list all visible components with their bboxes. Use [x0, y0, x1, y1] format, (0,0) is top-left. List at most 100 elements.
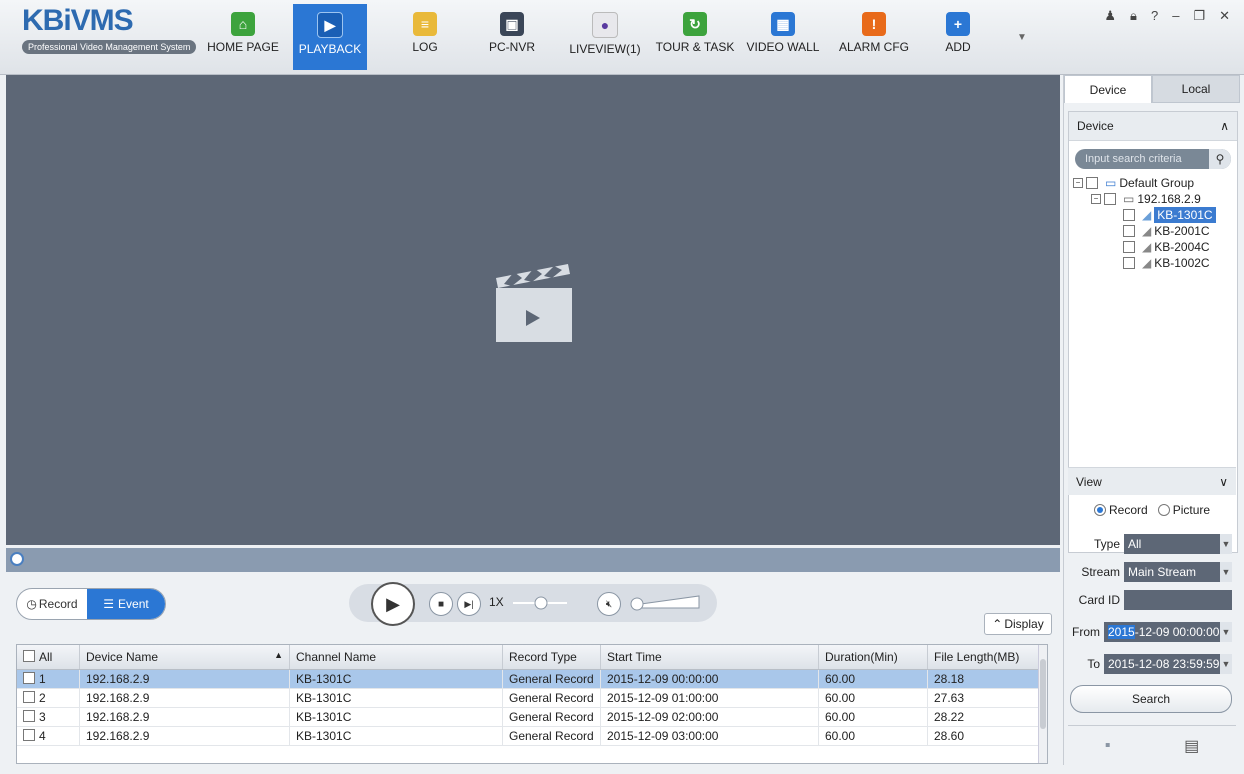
checkbox[interactable]: [23, 650, 35, 662]
nav-more-dropdown[interactable]: ▼: [1014, 6, 1030, 68]
header-device-name[interactable]: Device Name ▲: [79, 645, 290, 670]
help-icon[interactable]: ?: [1151, 8, 1158, 24]
display-label: Display: [1004, 617, 1044, 631]
mute-button[interactable]: 🔇︎: [597, 592, 621, 616]
search-placeholder: Input search criteria: [1085, 153, 1182, 165]
view-panel-header[interactable]: View ∨: [1068, 467, 1236, 495]
row-select[interactable]: 4: [17, 726, 80, 746]
right-sidebar: Device Local Device ∧ Input search crite…: [1063, 75, 1240, 765]
row-select[interactable]: 2: [17, 688, 80, 708]
table-scrollbar[interactable]: [1038, 645, 1047, 763]
minimize-icon[interactable]: –: [1172, 8, 1179, 24]
table-row[interactable]: 2 192.168.2.9 KB-1301C General Record 20…: [17, 688, 1039, 708]
search-icon[interactable]: ⚲: [1209, 149, 1231, 169]
step-forward-button[interactable]: ▶|: [457, 592, 481, 616]
camera-icon: ◢: [1142, 256, 1152, 270]
log-icon: ≡: [413, 12, 437, 36]
header-file-length[interactable]: File Length(MB): [927, 645, 1039, 670]
event-tab[interactable]: ☰ Event: [87, 589, 165, 619]
save-icon[interactable]: ▪: [1105, 737, 1111, 755]
table-row[interactable]: 1 192.168.2.9 KB-1301C General Record 20…: [17, 669, 1039, 689]
restore-icon[interactable]: ❐: [1193, 8, 1205, 24]
search-button[interactable]: Search: [1070, 685, 1232, 713]
cell-start: 2015-12-09 01:00:00: [600, 688, 819, 708]
checkbox[interactable]: [1123, 209, 1135, 221]
nav-add[interactable]: + ADD: [936, 4, 980, 70]
timeline-seekbar[interactable]: [6, 548, 1060, 572]
checkbox[interactable]: [23, 691, 35, 703]
user-icon[interactable]: ♟: [1104, 8, 1116, 24]
tree-group[interactable]: − ▭ Default Group: [1069, 175, 1237, 191]
table-row[interactable]: 3 192.168.2.9 KB-1301C General Record 20…: [17, 707, 1039, 727]
download-list-icon[interactable]: ▤: [1184, 736, 1199, 756]
chevron-down-icon: ∨: [1219, 474, 1228, 489]
cell-duration: 60.00: [818, 707, 928, 727]
camera-icon: ◢: [1142, 224, 1152, 238]
nav-liveview[interactable]: ● LIVEVIEW(1): [565, 4, 645, 70]
nav-pc-nvr[interactable]: ▣ PC-NVR: [482, 4, 542, 70]
nav-playback[interactable]: ▶ PLAYBACK: [293, 4, 367, 70]
row-select[interactable]: 1: [17, 669, 80, 689]
nav-home-page[interactable]: ⌂ HOME PAGE: [205, 4, 281, 70]
cell-length: 28.60: [927, 726, 1039, 746]
camera-icon: ◢: [1142, 240, 1152, 254]
cell-channel: KB-1301C: [289, 707, 503, 727]
header-record-type[interactable]: Record Type: [502, 645, 601, 670]
nav-label: LIVEVIEW(1): [569, 42, 641, 56]
nav-video-wall[interactable]: ▦ VIDEO WALL: [745, 4, 821, 70]
collapse-icon[interactable]: −: [1091, 194, 1101, 204]
record-tab[interactable]: ◷ Record: [17, 589, 87, 619]
video-viewport[interactable]: [6, 75, 1060, 545]
to-datetime[interactable]: 2015-12-08 23:59:59 ▼: [1104, 654, 1232, 674]
tree-channel[interactable]: ◢ KB-1301C: [1069, 207, 1237, 223]
home-icon: ⌂: [231, 12, 255, 36]
checkbox[interactable]: [1086, 177, 1098, 189]
collapse-icon[interactable]: −: [1073, 178, 1083, 188]
nav-log[interactable]: ≡ LOG: [395, 4, 455, 70]
checkbox[interactable]: [1123, 225, 1135, 237]
radio-picture[interactable]: Picture: [1157, 503, 1210, 517]
tree-channel[interactable]: ◢ KB-1002C: [1069, 255, 1237, 271]
speed-slider[interactable]: [511, 596, 569, 610]
checkbox[interactable]: [23, 729, 35, 741]
speaker-muted-icon: 🔇︎: [605, 598, 613, 610]
cell-channel: KB-1301C: [289, 669, 503, 689]
header-start-time[interactable]: Start Time: [600, 645, 819, 670]
radio-record[interactable]: Record: [1094, 503, 1148, 517]
type-select[interactable]: All ▼: [1124, 534, 1232, 554]
cell-length: 28.22: [927, 707, 1039, 727]
header-duration[interactable]: Duration(Min): [818, 645, 928, 670]
card-id-input[interactable]: [1124, 590, 1232, 610]
play-button[interactable]: ▶: [371, 582, 415, 626]
checkbox[interactable]: [1123, 257, 1135, 269]
checkbox[interactable]: [1104, 193, 1116, 205]
nav-tour-task[interactable]: ↻ TOUR & TASK: [654, 4, 736, 70]
tree-channel[interactable]: ◢ KB-2001C: [1069, 223, 1237, 239]
table-row[interactable]: 4 192.168.2.9 KB-1301C General Record 20…: [17, 726, 1039, 746]
volume-slider[interactable]: [629, 594, 701, 612]
sidebar-tabs: Device Local: [1064, 75, 1240, 103]
device-panel-header[interactable]: Device ∧: [1069, 112, 1237, 141]
device-search-input[interactable]: Input search criteria ⚲: [1075, 149, 1231, 169]
checkbox[interactable]: [23, 672, 35, 684]
checkbox[interactable]: [23, 710, 35, 722]
scrollbar-thumb[interactable]: [1040, 659, 1046, 729]
seek-handle[interactable]: [10, 552, 24, 566]
tab-local[interactable]: Local: [1152, 75, 1240, 103]
radio-circle: [1157, 504, 1170, 516]
display-toggle-button[interactable]: ⌃ Display: [984, 613, 1052, 635]
dropdown-arrow-icon: ▼: [1220, 534, 1232, 554]
tab-device[interactable]: Device: [1064, 75, 1152, 103]
lock-icon[interactable]: 🔒︎: [1130, 8, 1137, 24]
close-icon[interactable]: ✕: [1219, 8, 1230, 24]
from-datetime[interactable]: 2015-12-09 00:00:00 ▼: [1104, 622, 1232, 642]
tree-channel[interactable]: ◢ KB-2004C: [1069, 239, 1237, 255]
header-select-all[interactable]: All: [17, 645, 80, 670]
stream-select[interactable]: Main Stream ▼: [1124, 562, 1232, 582]
tree-device[interactable]: − ▭ 192.168.2.9: [1069, 191, 1237, 207]
row-select[interactable]: 3: [17, 707, 80, 727]
header-channel-name[interactable]: Channel Name: [289, 645, 503, 670]
stop-button[interactable]: ■: [429, 592, 453, 616]
checkbox[interactable]: [1123, 241, 1135, 253]
nav-alarm-cfg[interactable]: ! ALARM CFG: [836, 4, 912, 70]
